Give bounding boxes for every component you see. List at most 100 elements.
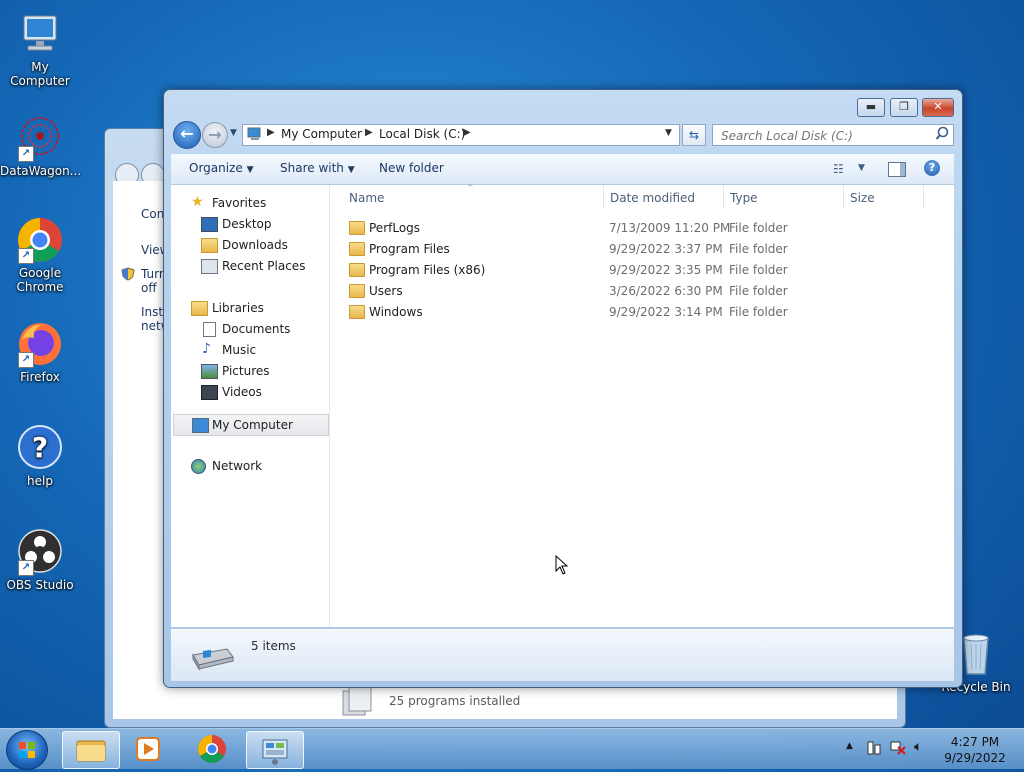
address-dropdown-icon[interactable]: ▼	[665, 128, 672, 138]
nav-recent-places[interactable]: Recent Places	[171, 256, 329, 276]
view-dropdown-icon[interactable]: ▼	[858, 163, 865, 173]
desktop-icon-label: OBS Studio	[6, 578, 74, 592]
column-header-size[interactable]: Size	[850, 191, 875, 205]
organize-button[interactable]: Organize ▼	[189, 161, 254, 175]
nav-label: Videos	[222, 385, 262, 399]
clock-time[interactable]: 4:27 PM	[946, 735, 1004, 749]
nav-libraries[interactable]: Libraries	[171, 298, 329, 318]
drive-icon	[189, 641, 235, 671]
column-header-date[interactable]: Date modified	[610, 191, 695, 205]
file-row-program-files[interactable]: Program Files 9/29/2022 3:37 PM File fol…	[343, 239, 943, 259]
background-text: Con	[141, 207, 165, 221]
taskbar-explorer-button[interactable]	[62, 731, 120, 769]
nav-label: Favorites	[212, 196, 267, 210]
nav-my-computer[interactable]: My Computer	[173, 414, 329, 436]
file-row-users[interactable]: Users 3/26/2022 6:30 PM File folder	[343, 281, 943, 301]
search-input[interactable]	[719, 127, 933, 144]
column-header-type[interactable]: Type	[730, 191, 758, 205]
desktop-icon-label: DataWagon...	[0, 164, 82, 178]
share-with-button[interactable]: Share with ▼	[280, 161, 355, 175]
file-row-program-files-x86[interactable]: Program Files (x86) 9/29/2022 3:35 PM Fi…	[343, 260, 943, 280]
taskbar-media-player-button[interactable]	[120, 731, 176, 767]
forward-button[interactable]: →	[202, 122, 228, 148]
network-warning-icon[interactable]	[890, 741, 906, 755]
folder-icon	[349, 221, 365, 235]
desktop-icon-obs[interactable]: ↗ OBS Studio	[0, 528, 80, 592]
nav-documents[interactable]: Documents	[171, 319, 329, 339]
search-icon[interactable]	[935, 126, 949, 140]
close-button[interactable]: ✕	[922, 98, 954, 117]
file-date: 3/26/2022 6:30 PM	[609, 284, 723, 298]
file-type: File folder	[729, 221, 788, 235]
refresh-button[interactable]: ⇆	[682, 124, 706, 146]
desktop-icon-label: My Computer	[10, 60, 70, 88]
folder-icon	[349, 242, 365, 256]
nav-label: Desktop	[222, 217, 272, 231]
sort-ascending-icon: ^	[467, 183, 474, 192]
desktop-icon-my-computer[interactable]: My Computer	[0, 10, 80, 88]
nav-label: Downloads	[222, 238, 288, 252]
taskbar-chrome-button[interactable]	[184, 731, 240, 767]
arrow-right-icon: →	[208, 125, 222, 144]
svg-text:?: ?	[32, 431, 48, 464]
desktop-icon-firefox[interactable]: ↗ Firefox	[0, 320, 80, 384]
breadcrumb-separator-icon[interactable]: ▶	[267, 127, 275, 138]
file-row-windows[interactable]: Windows 9/29/2022 3:14 PM File folder	[343, 302, 943, 322]
column-header-name[interactable]: Name	[349, 191, 384, 205]
computer-icon	[247, 127, 263, 141]
chevron-down-icon: ▼	[347, 165, 355, 175]
recent-pages-dropdown[interactable]: ▼	[230, 128, 237, 138]
new-folder-button[interactable]: New folder	[379, 161, 444, 175]
file-name: Windows	[369, 305, 423, 319]
desktop-icon-chrome[interactable]: ↗ Google Chrome	[0, 216, 80, 294]
computer-icon	[192, 418, 209, 433]
folder-icon	[349, 263, 365, 277]
address-bar[interactable]: ▶ My Computer ▶ Local Disk (C:) ▶ ▼	[242, 124, 680, 146]
minimize-button[interactable]: ▬	[857, 98, 885, 117]
maximize-button[interactable]: ❐	[890, 98, 918, 117]
desktop-icon-label: Firefox	[20, 370, 60, 384]
nav-videos[interactable]: Videos	[171, 382, 329, 402]
file-name: Users	[369, 284, 403, 298]
obs-icon: ↗	[16, 528, 64, 576]
nav-desktop[interactable]: Desktop	[171, 214, 329, 234]
file-row-perflogs[interactable]: PerfLogs 7/13/2009 11:20 PM File folder	[343, 218, 943, 238]
breadcrumb-separator-icon[interactable]: ▶	[365, 127, 373, 138]
breadcrumb-my-computer[interactable]: My Computer	[281, 127, 362, 141]
nav-pictures[interactable]: Pictures	[171, 361, 329, 381]
shortcut-arrow-icon: ↗	[18, 248, 34, 264]
view-options-icon[interactable]: ☷	[833, 162, 844, 176]
nav-favorites[interactable]: ★ Favorites	[171, 193, 329, 213]
search-box[interactable]	[712, 124, 954, 146]
preview-pane-icon[interactable]	[888, 162, 906, 177]
desktop-icon	[201, 217, 218, 232]
column-divider[interactable]	[843, 185, 844, 209]
column-divider[interactable]	[723, 185, 724, 209]
refresh-icon: ⇆	[688, 128, 700, 142]
column-divider[interactable]	[923, 185, 924, 209]
file-date: 9/29/2022 3:14 PM	[609, 305, 723, 319]
nav-downloads[interactable]: Downloads	[171, 235, 329, 255]
nav-network[interactable]: Network	[171, 456, 329, 476]
control-panel-icon	[262, 739, 288, 765]
desktop-icon-datawagon[interactable]: ↗ DataWagon...	[0, 114, 82, 178]
breadcrumb-local-disk[interactable]: Local Disk (C:)	[379, 127, 465, 141]
clock-date[interactable]: 9/29/2022	[940, 751, 1010, 765]
help-icon[interactable]: ?	[924, 160, 940, 176]
media-player-icon	[136, 737, 160, 761]
start-button[interactable]	[6, 730, 48, 770]
nav-music[interactable]: ♪ Music	[171, 340, 329, 360]
explorer-window[interactable]: ▬ ❐ ✕ ← → ▼ ▶ My Computer ▶ Local Disk (…	[163, 89, 963, 688]
back-button[interactable]: ←	[173, 121, 201, 149]
desktop-icon-help[interactable]: ? help	[0, 424, 80, 488]
breadcrumb-separator-icon[interactable]: ▶	[463, 127, 471, 138]
folder-icon	[349, 305, 365, 319]
action-center-icon[interactable]	[866, 741, 882, 755]
show-hidden-icons-button[interactable]: ▲	[846, 741, 853, 751]
taskbar-control-panel-button[interactable]	[246, 731, 304, 769]
column-divider[interactable]	[603, 185, 604, 209]
nav-label: Recent Places	[222, 259, 306, 273]
explorer-body: ★ Favorites Desktop Downloads Recent Pla…	[171, 183, 954, 627]
computer-icon	[16, 10, 64, 58]
volume-icon[interactable]: 🔈︎	[914, 739, 922, 755]
